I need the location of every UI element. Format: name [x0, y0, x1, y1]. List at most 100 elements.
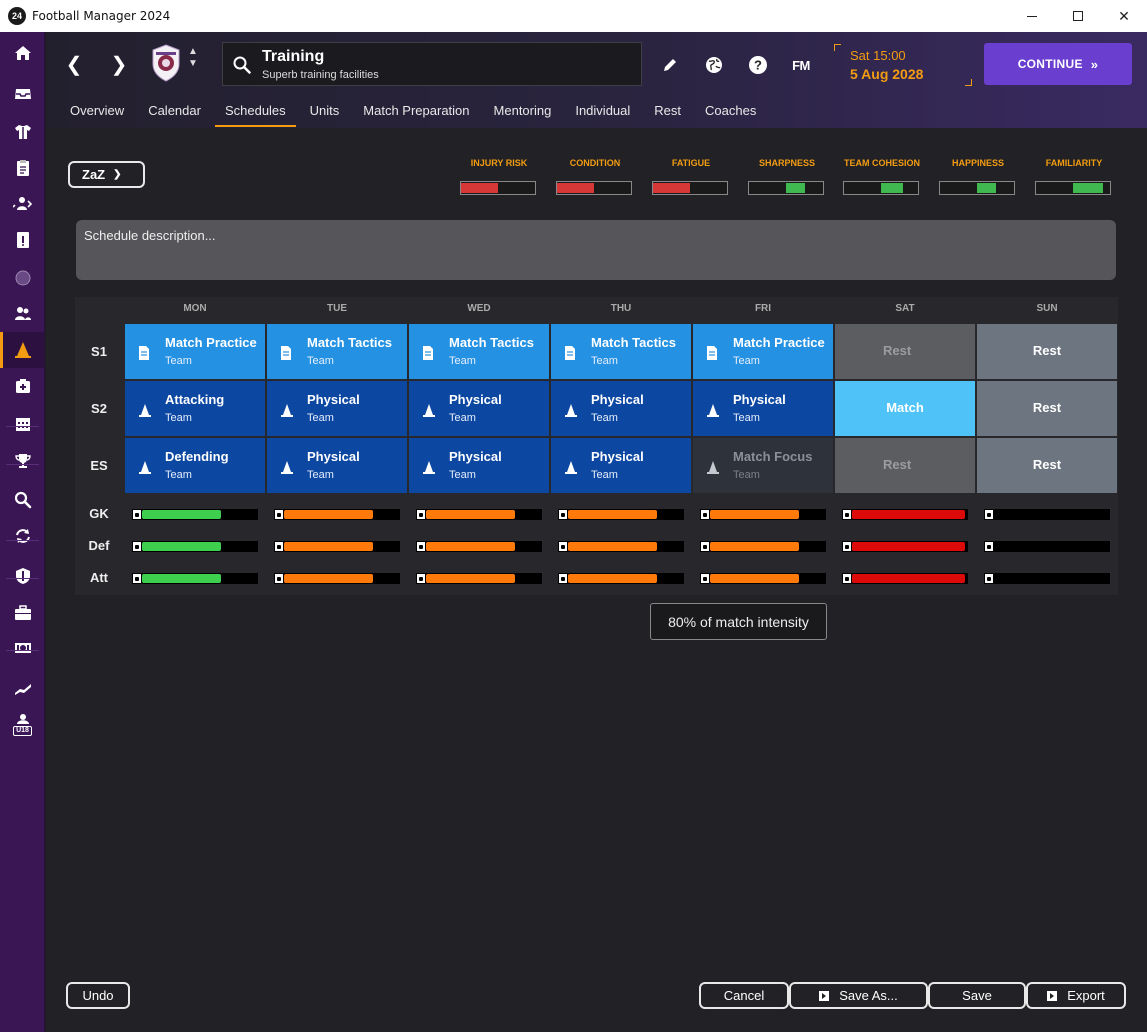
intensity-bar-fill	[568, 542, 657, 551]
sidebar-item-youth[interactable]: U18	[0, 706, 45, 742]
intensity-bar[interactable]	[984, 573, 1110, 584]
tab-match-preparation[interactable]: Match Preparation	[351, 98, 481, 128]
sidebar-divider	[6, 650, 39, 651]
club-crest-icon[interactable]	[150, 44, 182, 82]
fm-menu-button[interactable]: FM	[788, 52, 814, 78]
intensity-bar[interactable]	[132, 541, 258, 552]
session-cell[interactable]: Match	[835, 381, 975, 436]
session-cell[interactable]: Physical Team	[267, 381, 407, 436]
tab-overview[interactable]: Overview	[58, 98, 136, 128]
stat-bar-fill	[881, 183, 904, 193]
sidebar-item-briefcase[interactable]	[0, 595, 45, 631]
tab-individual[interactable]: Individual	[563, 98, 642, 128]
intensity-bar[interactable]	[416, 509, 542, 520]
session-cell[interactable]: Match Tactics Team	[551, 324, 691, 379]
intensity-handle-icon	[416, 541, 426, 552]
sidebar-item-cone[interactable]	[0, 332, 45, 368]
intensity-handle-icon	[558, 541, 568, 552]
document-icon	[706, 346, 718, 365]
save-as-button[interactable]: Save As...	[789, 982, 928, 1009]
intensity-bar[interactable]	[700, 573, 826, 584]
continue-button[interactable]: CONTINUE »	[984, 43, 1132, 85]
globe-button[interactable]	[701, 52, 727, 78]
session-cell[interactable]: Physical Team	[409, 438, 549, 493]
session-cell[interactable]: Rest	[977, 381, 1117, 436]
sidebar-item-kit[interactable]	[0, 114, 45, 150]
back-button[interactable]: ❮	[62, 52, 86, 76]
sidebar-item-home[interactable]	[0, 35, 45, 71]
sidebar-item-scout-search[interactable]	[0, 482, 45, 518]
session-scope: Team	[307, 469, 334, 481]
sidebar-item-people[interactable]	[0, 296, 45, 332]
intensity-bar[interactable]	[132, 509, 258, 520]
page-search-box[interactable]: Training Superb training facilities	[222, 42, 642, 86]
help-button[interactable]: ?	[745, 52, 771, 78]
sidebar-divider	[6, 540, 39, 541]
intensity-bar[interactable]	[700, 541, 826, 552]
session-cell[interactable]: Match Tactics Team	[267, 324, 407, 379]
export-button[interactable]: Export	[1026, 982, 1126, 1009]
sidebar-item-chart[interactable]	[0, 669, 45, 705]
club-switcher[interactable]: ▲ ▼	[188, 46, 198, 70]
sidebar-item-transfer[interactable]	[0, 186, 45, 222]
session-cell[interactable]: Physical Team	[551, 438, 691, 493]
intensity-bar[interactable]	[984, 509, 1110, 520]
sidebar-item-calendar[interactable]	[0, 406, 45, 442]
session-cell[interactable]: Rest	[835, 438, 975, 493]
session-cell[interactable]: Match Tactics Team	[409, 324, 549, 379]
tab-calendar[interactable]: Calendar	[136, 98, 213, 128]
intensity-bar[interactable]	[558, 509, 684, 520]
intensity-bar[interactable]	[558, 573, 684, 584]
session-cell[interactable]: Physical Team	[267, 438, 407, 493]
intensity-bar[interactable]	[984, 541, 1110, 552]
intensity-bar[interactable]	[842, 509, 968, 520]
edit-button[interactable]	[657, 52, 683, 78]
sidebar-item-shield[interactable]	[0, 558, 45, 594]
forward-button[interactable]: ❯	[107, 52, 131, 76]
document-icon	[422, 346, 434, 365]
cancel-button[interactable]: Cancel	[699, 982, 789, 1009]
intensity-bar[interactable]	[558, 541, 684, 552]
sidebar-item-clipboard[interactable]	[0, 150, 45, 186]
session-cell[interactable]: Physical Team	[551, 381, 691, 436]
session-cell[interactable]: Match Focus Team	[693, 438, 833, 493]
tab-units[interactable]: Units	[298, 98, 352, 128]
session-cell[interactable]: Rest	[977, 438, 1117, 493]
sidebar-item-medical[interactable]	[0, 368, 45, 404]
tab-coaches[interactable]: Coaches	[693, 98, 768, 128]
tab-mentoring[interactable]: Mentoring	[482, 98, 564, 128]
sidebar-item-ball[interactable]	[0, 260, 45, 296]
intensity-bar[interactable]	[274, 541, 400, 552]
sidebar-item-info-board[interactable]	[0, 222, 45, 258]
intensity-bar[interactable]	[416, 573, 542, 584]
intensity-bar[interactable]	[842, 541, 968, 552]
sidebar-item-finance[interactable]	[0, 630, 45, 666]
sidebar-item-trophy[interactable]	[0, 443, 45, 479]
sidebar-item-inbox[interactable]	[0, 76, 45, 112]
session-cell[interactable]: Physical Team	[693, 381, 833, 436]
schedule-selector[interactable]: ZaZ ❯	[68, 161, 145, 188]
session-cell[interactable]: Match Practice Team	[693, 324, 833, 379]
intensity-bar[interactable]	[700, 509, 826, 520]
session-cell[interactable]: Defending Team	[125, 438, 265, 493]
maximize-button[interactable]	[1055, 0, 1101, 32]
sidebar-item-refresh[interactable]	[0, 518, 45, 554]
intensity-bar[interactable]	[132, 573, 258, 584]
session-cell[interactable]: Match Practice Team	[125, 324, 265, 379]
undo-button[interactable]: Undo	[66, 982, 130, 1009]
intensity-bar[interactable]	[274, 573, 400, 584]
tab-rest[interactable]: Rest	[642, 98, 693, 128]
intensity-bar[interactable]	[274, 509, 400, 520]
session-cell[interactable]: Physical Team	[409, 381, 549, 436]
tab-schedules[interactable]: Schedules	[213, 98, 298, 128]
session-scope: Team	[591, 355, 618, 367]
close-window-button[interactable]: ✕	[1101, 0, 1147, 32]
intensity-bar[interactable]	[416, 541, 542, 552]
session-cell[interactable]: Rest	[835, 324, 975, 379]
schedule-description-input[interactable]: Schedule description...	[76, 220, 1116, 280]
intensity-bar[interactable]	[842, 573, 968, 584]
session-cell[interactable]: Rest	[977, 324, 1117, 379]
session-cell[interactable]: Attacking Team	[125, 381, 265, 436]
minimize-button[interactable]	[1009, 0, 1055, 32]
save-button[interactable]: Save	[928, 982, 1026, 1009]
